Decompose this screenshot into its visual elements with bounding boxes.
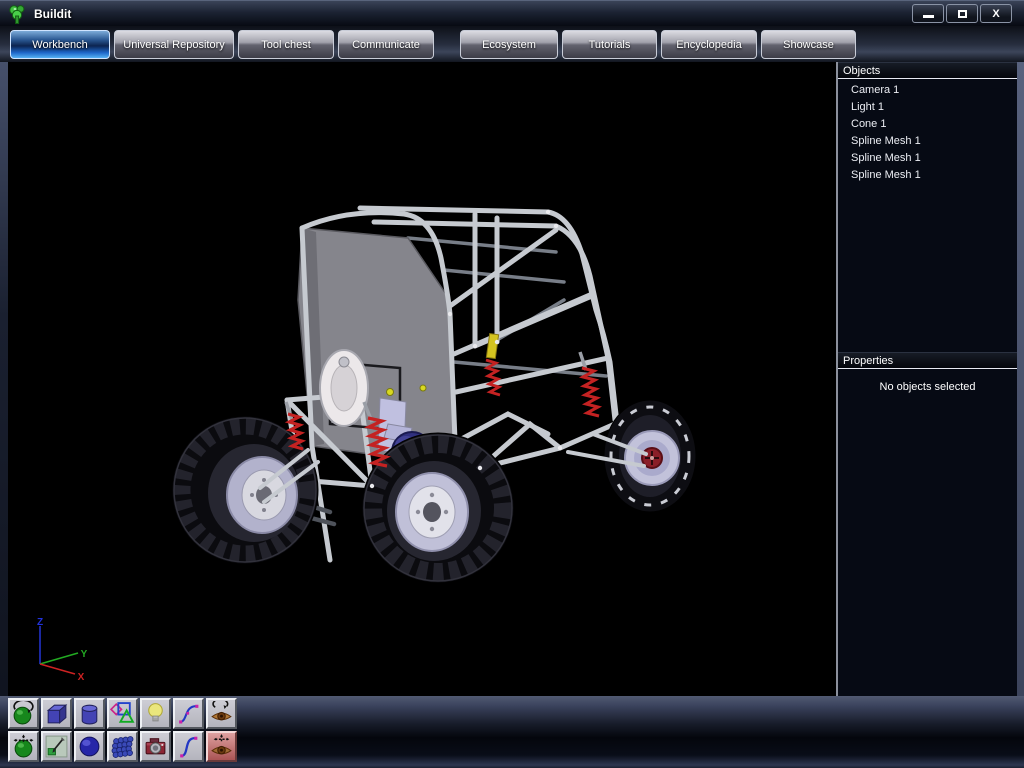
sphere-primitive-icon bbox=[79, 736, 100, 757]
rotate-view-button[interactable] bbox=[206, 698, 237, 729]
window-controls: X bbox=[912, 4, 1012, 23]
properties-empty-message: No objects selected bbox=[879, 381, 976, 393]
draw-spline-button[interactable] bbox=[173, 731, 204, 762]
app-logo-icon bbox=[9, 4, 25, 24]
axis-z-label: Z bbox=[37, 618, 43, 628]
move-object-icon bbox=[13, 734, 34, 758]
object-item-spline-mesh-1b[interactable]: Spline Mesh 1 bbox=[838, 150, 1017, 167]
axis-y-label: Y bbox=[81, 649, 88, 660]
axis-x-label: X bbox=[78, 672, 85, 682]
axis-triad: Z Y X bbox=[37, 618, 88, 682]
move-view-button[interactable] bbox=[206, 731, 237, 762]
sidebar: Objects Camera 1 Light 1 Cone 1 Spline M… bbox=[838, 62, 1017, 696]
close-button[interactable]: X bbox=[980, 4, 1012, 23]
create-cylinder-button[interactable] bbox=[74, 698, 105, 729]
create-cube-button[interactable] bbox=[41, 698, 72, 729]
object-item-spline-mesh-1a[interactable]: Spline Mesh 1 bbox=[838, 133, 1017, 150]
draw-spline-icon bbox=[180, 736, 198, 758]
3d-viewport[interactable]: Z Y X bbox=[8, 62, 836, 696]
properties-panel: Properties No objects selected bbox=[838, 352, 1017, 696]
tab-ecosystem[interactable]: Ecosystem bbox=[460, 30, 558, 59]
create-spline-button[interactable] bbox=[173, 698, 204, 729]
tab-tutorials[interactable]: Tutorials bbox=[562, 30, 657, 59]
edit-object-button[interactable] bbox=[41, 731, 72, 762]
create-2d-shapes-button[interactable] bbox=[107, 698, 138, 729]
move-view-eye-icon bbox=[211, 734, 232, 755]
tab-workbench[interactable]: Workbench bbox=[10, 30, 110, 59]
maximize-icon bbox=[957, 9, 967, 18]
tab-universal-repository[interactable]: Universal Repository bbox=[114, 30, 234, 59]
minimize-icon bbox=[922, 15, 934, 18]
object-item-light-1[interactable]: Light 1 bbox=[838, 99, 1017, 116]
main-area: Z Y X Objects Camera 1 Light 1 Cone 1 Sp… bbox=[0, 62, 1024, 696]
cylinder-primitive-icon bbox=[81, 704, 98, 725]
tab-communicate[interactable]: Communicate bbox=[338, 30, 434, 59]
2d-shapes-icon bbox=[110, 702, 135, 723]
objects-panel-header: Objects bbox=[838, 62, 1017, 79]
object-item-cone-1[interactable]: Cone 1 bbox=[838, 116, 1017, 133]
rotate-object-icon bbox=[13, 701, 34, 725]
create-light-button[interactable] bbox=[140, 698, 171, 729]
title-bar[interactable]: Buildit X bbox=[0, 0, 1024, 26]
tab-tool-chest[interactable]: Tool chest bbox=[238, 30, 334, 59]
tool-palette bbox=[7, 697, 240, 763]
create-camera-button[interactable] bbox=[140, 731, 171, 762]
tab-showcase[interactable]: Showcase bbox=[761, 30, 856, 59]
tab-encyclopedia[interactable]: Encyclopedia bbox=[661, 30, 757, 59]
close-icon: X bbox=[992, 7, 1000, 20]
rotate-view-eye-icon bbox=[211, 701, 232, 721]
cube-primitive-icon bbox=[46, 704, 68, 724]
app-window: Buildit X Workbench Universal Repository… bbox=[0, 0, 1024, 768]
objects-list: Camera 1 Light 1 Cone 1 Spline Mesh 1 Sp… bbox=[838, 79, 1017, 352]
spline-curve-icon bbox=[179, 704, 199, 724]
tab-bar-spacer bbox=[438, 30, 460, 31]
minimize-button[interactable] bbox=[912, 4, 944, 23]
object-item-spline-mesh-1c[interactable]: Spline Mesh 1 bbox=[838, 167, 1017, 184]
edit-tool-icon bbox=[45, 735, 68, 758]
create-sphere-button[interactable] bbox=[74, 731, 105, 762]
window-left-border bbox=[0, 62, 8, 696]
properties-panel-header: Properties bbox=[838, 352, 1017, 369]
window-title: Buildit bbox=[34, 6, 72, 21]
window-right-border bbox=[1017, 62, 1024, 696]
buggy-3d-model bbox=[171, 205, 697, 584]
object-item-camera-1[interactable]: Camera 1 bbox=[838, 82, 1017, 99]
camera-icon bbox=[145, 738, 166, 755]
light-icon bbox=[148, 703, 163, 722]
move-object-button[interactable] bbox=[8, 731, 39, 762]
maximize-button[interactable] bbox=[946, 4, 978, 23]
spline-mesh-icon bbox=[111, 736, 134, 758]
tab-bar: Workbench Universal Repository Tool ches… bbox=[0, 26, 1024, 62]
create-spline-mesh-button[interactable] bbox=[107, 731, 138, 762]
rotate-object-button[interactable] bbox=[8, 698, 39, 729]
objects-panel: Objects Camera 1 Light 1 Cone 1 Spline M… bbox=[838, 62, 1017, 352]
bottom-bar bbox=[0, 696, 1024, 768]
